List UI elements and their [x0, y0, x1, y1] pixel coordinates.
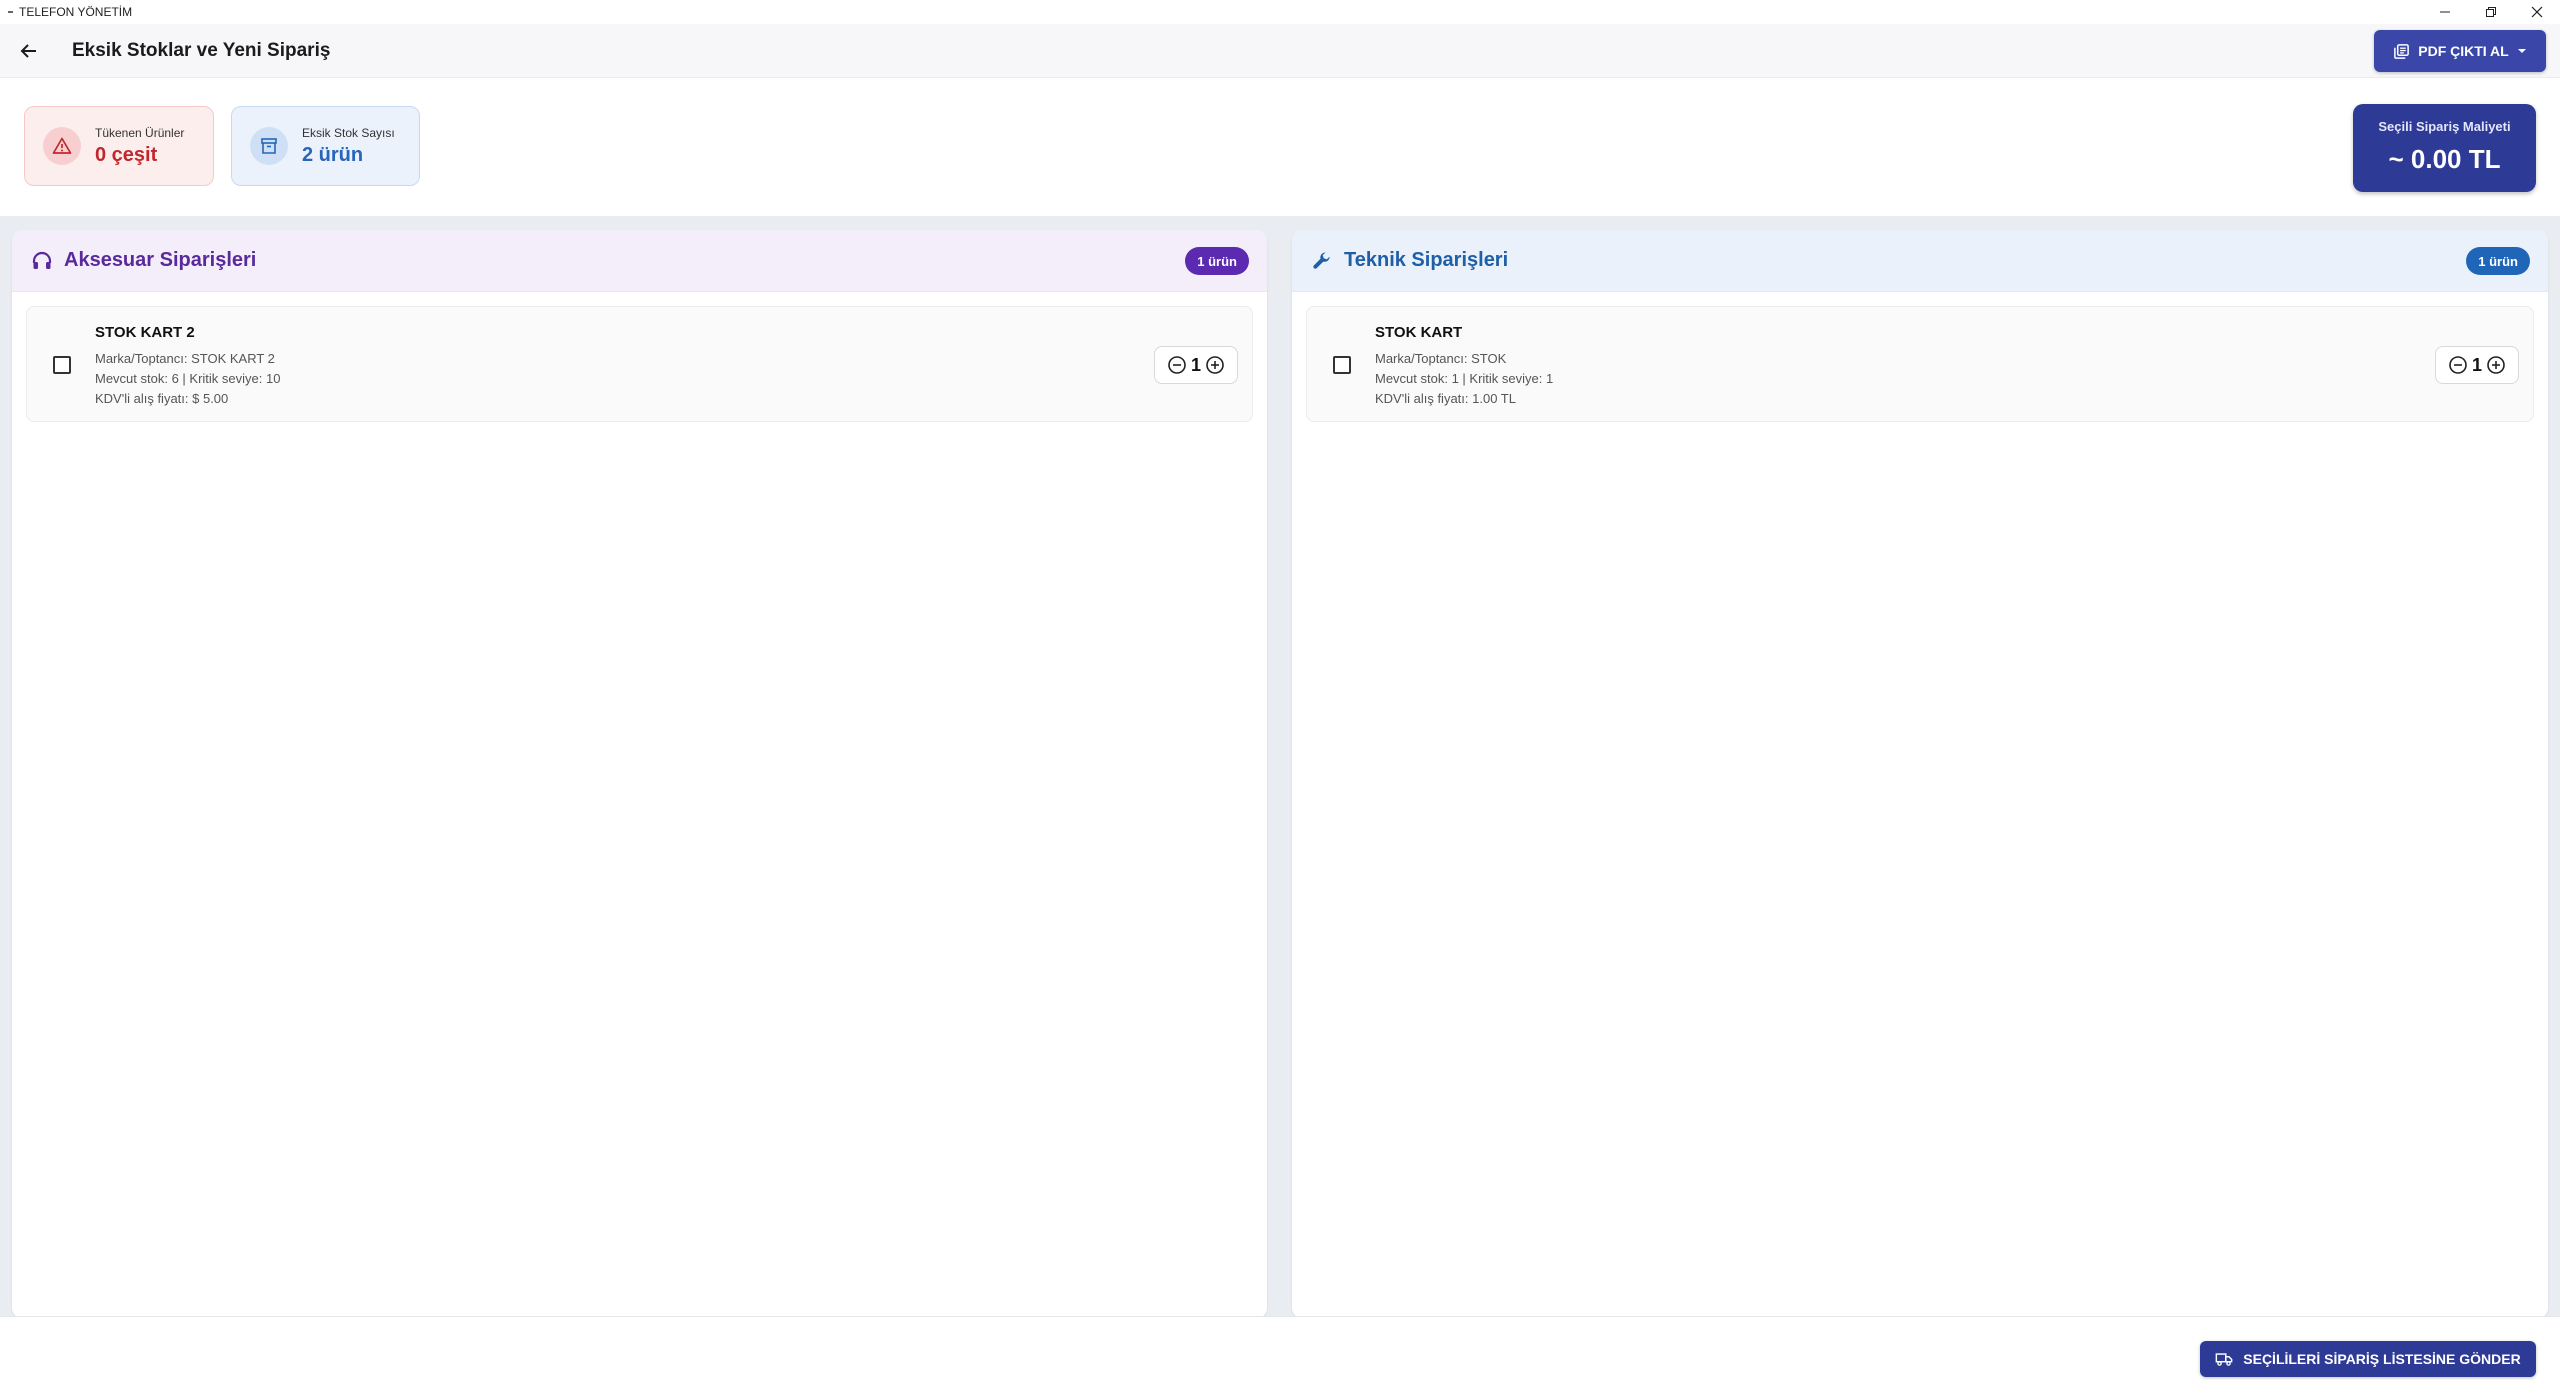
list-item: STOK KART 2 Marka/Toptancı: STOK KART 2 … — [26, 306, 1253, 422]
window-title-text: TELEFON YÖNETİM — [19, 5, 133, 19]
plus-circle-icon — [1206, 356, 1224, 374]
out-of-stock-label: Tükenen Ürünler — [95, 125, 185, 140]
archive-box-icon — [250, 127, 288, 165]
close-icon[interactable] — [2514, 0, 2560, 24]
list-item: STOK KART Marka/Toptancı: STOK Mevcut st… — [1306, 306, 2534, 422]
decrement-button[interactable] — [2447, 354, 2469, 376]
minus-circle-icon — [1168, 356, 1186, 374]
caret-down-icon — [2517, 49, 2526, 53]
send-button-label: SEÇİLİLERİ SİPARİŞ LİSTESİNE GÖNDER — [2243, 1351, 2521, 1367]
order-cost-card: Seçili Sipariş Maliyeti ~ 0.00 TL — [2353, 104, 2536, 192]
arrow-left-icon — [20, 43, 36, 58]
order-cost-label: Seçili Sipariş Maliyeti — [2378, 119, 2511, 134]
out-of-stock-card: Tükenen Ürünler 0 çeşit — [24, 106, 214, 186]
technical-panel-title: Teknik Siparişleri — [1344, 249, 1509, 271]
accessory-panel-header: Aksesuar Siparişleri 1 ürün — [12, 230, 1267, 292]
pdf-export-button[interactable]: PDF ÇIKTI AL — [2374, 30, 2546, 72]
plus-circle-icon — [2487, 356, 2505, 374]
item-stock: Mevcut stok: 6 | Kritik seviye: 10 — [95, 371, 281, 386]
window-titlebar: TELEFON YÖNETİM — [0, 0, 2560, 24]
item-price: KDV'li alış fiyatı: 1.00 TL — [1375, 391, 1516, 406]
missing-stock-label: Eksik Stok Sayısı — [302, 125, 395, 140]
technical-panel-header: Teknik Siparişleri 1 ürün — [1292, 230, 2548, 292]
quantity-stepper: 1 — [2435, 346, 2519, 384]
item-checkbox[interactable] — [53, 356, 71, 374]
item-name: STOK KART 2 — [95, 324, 195, 341]
order-cost-value: ~ 0.00 TL — [2388, 144, 2501, 174]
send-to-order-list-button[interactable]: SEÇİLİLERİ SİPARİŞ LİSTESİNE GÖNDER — [2200, 1341, 2536, 1377]
window-controls — [2422, 0, 2560, 24]
summary-section: Tükenen Ürünler 0 çeşit Eksik Stok Sayıs… — [0, 78, 2560, 216]
wrench-icon — [1310, 249, 1334, 273]
item-checkbox[interactable] — [1333, 356, 1351, 374]
accessory-orders-panel: Aksesuar Siparişleri 1 ürün STOK KART 2 … — [12, 230, 1267, 1318]
pdf-export-label: PDF ÇIKTI AL — [2418, 43, 2509, 59]
headphones-icon — [30, 249, 54, 273]
item-brand: Marka/Toptancı: STOK KART 2 — [95, 351, 275, 366]
page-title: Eksik Stoklar ve Yeni Sipariş — [72, 39, 331, 61]
item-name: STOK KART — [1375, 324, 1463, 341]
restore-icon[interactable] — [2468, 0, 2514, 24]
decrement-button[interactable] — [1166, 354, 1188, 376]
missing-stock-card: Eksik Stok Sayısı 2 ürün — [231, 106, 420, 186]
increment-button[interactable] — [2485, 354, 2507, 376]
quantity-value: 1 — [1190, 354, 1201, 375]
warning-triangle-icon — [43, 127, 81, 165]
app-icon — [8, 11, 13, 13]
item-brand: Marka/Toptancı: STOK — [1375, 351, 1507, 366]
quantity-stepper: 1 — [1154, 346, 1238, 384]
window-title: TELEFON YÖNETİM — [8, 5, 132, 19]
minus-circle-icon — [2449, 356, 2467, 374]
bottom-action-bar: SEÇİLİLERİ SİPARİŞ LİSTESİNE GÖNDER — [0, 1316, 2560, 1400]
item-price: KDV'li alış fiyatı: $ 5.00 — [95, 391, 229, 406]
app-bar: Eksik Stoklar ve Yeni Sipariş PDF ÇIKTI … — [0, 24, 2560, 78]
minimize-icon[interactable] — [2422, 0, 2468, 24]
document-stack-icon — [2394, 43, 2410, 59]
increment-button[interactable] — [1204, 354, 1226, 376]
technical-orders-panel: Teknik Siparişleri 1 ürün STOK KART Mark… — [1292, 230, 2548, 1318]
quantity-value: 1 — [2471, 354, 2482, 375]
technical-count-badge: 1 ürün — [2466, 247, 2530, 275]
truck-icon — [2215, 1353, 2233, 1366]
accessory-panel-title: Aksesuar Siparişleri — [64, 249, 257, 271]
main-area: Aksesuar Siparişleri 1 ürün STOK KART 2 … — [0, 216, 2560, 1318]
item-stock: Mevcut stok: 1 | Kritik seviye: 1 — [1375, 371, 1554, 386]
out-of-stock-value: 0 çeşit — [95, 143, 158, 166]
back-button[interactable] — [14, 36, 44, 66]
missing-stock-value: 2 ürün — [302, 143, 364, 166]
accessory-count-badge: 1 ürün — [1185, 247, 1249, 275]
